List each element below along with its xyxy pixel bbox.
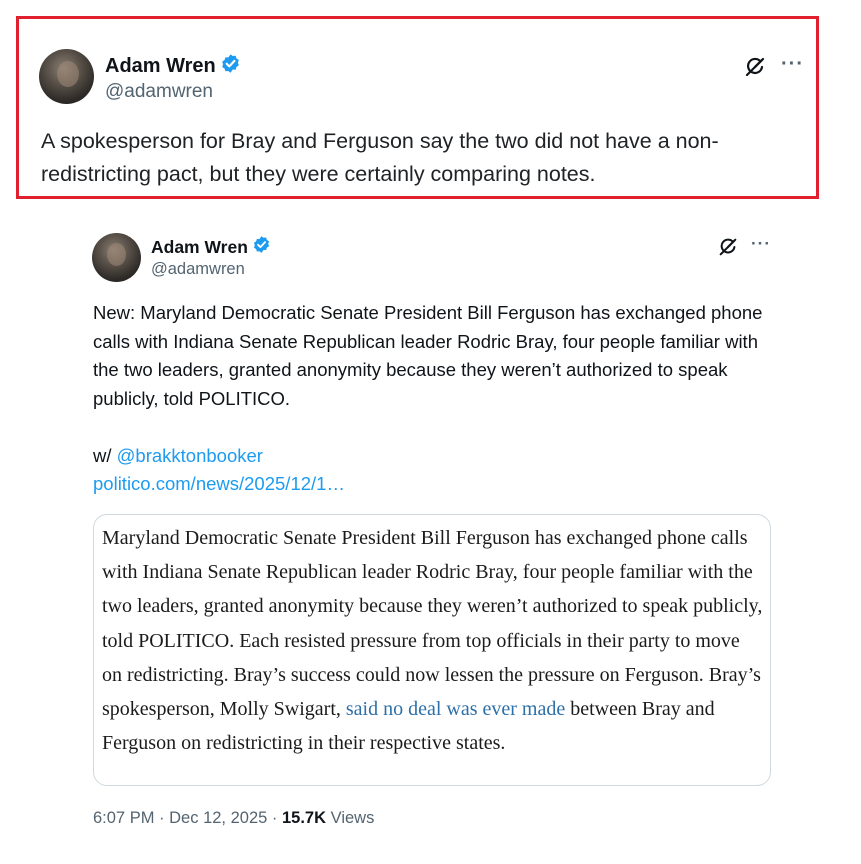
reply-text: A spokesperson for Bray and Ferguson say… [41, 129, 719, 186]
more-options-icon[interactable]: ··· [781, 53, 804, 76]
views-label: Views [330, 809, 375, 827]
post-text: New: Maryland Democratic Senate Presiden… [93, 302, 763, 409]
author-handle[interactable]: @adamwren [151, 260, 245, 279]
highlighted-reply[interactable]: Adam Wren @adamwren ··· A spokesperson f… [16, 16, 819, 199]
with-prefix: w/ [93, 444, 117, 466]
quote-inline-link[interactable]: said no deal was ever made [346, 698, 565, 720]
quote-card[interactable]: Maryland Democratic Senate President Bil… [93, 514, 771, 786]
author-name[interactable]: Adam Wren [151, 237, 248, 258]
more-options-icon[interactable]: ··· [751, 234, 771, 254]
post-metadata: 6:07 PM · Dec 12, 2025 · 15.7K Views [93, 809, 375, 827]
views-count: 15.7K [281, 809, 327, 827]
grok-icon[interactable] [717, 236, 739, 263]
post-time[interactable]: 6:07 PM [93, 809, 154, 827]
post-date[interactable]: Dec 12, 2025 [169, 809, 267, 827]
article-link[interactable]: politico.com/news/2025/12/1… [93, 473, 345, 494]
verified-badge-icon [252, 235, 271, 259]
mention-link[interactable]: @brakktonbooker [117, 445, 263, 466]
avatar[interactable] [92, 233, 141, 282]
verified-badge-icon [220, 53, 241, 80]
avatar[interactable] [39, 49, 94, 104]
author-name[interactable]: Adam Wren [105, 55, 216, 78]
grok-icon[interactable] [743, 55, 767, 84]
quote-text: Maryland Democratic Senate President Bil… [102, 527, 763, 755]
post-body: New: Maryland Democratic Senate Presiden… [93, 299, 773, 499]
author-handle[interactable]: @adamwren [105, 81, 213, 103]
